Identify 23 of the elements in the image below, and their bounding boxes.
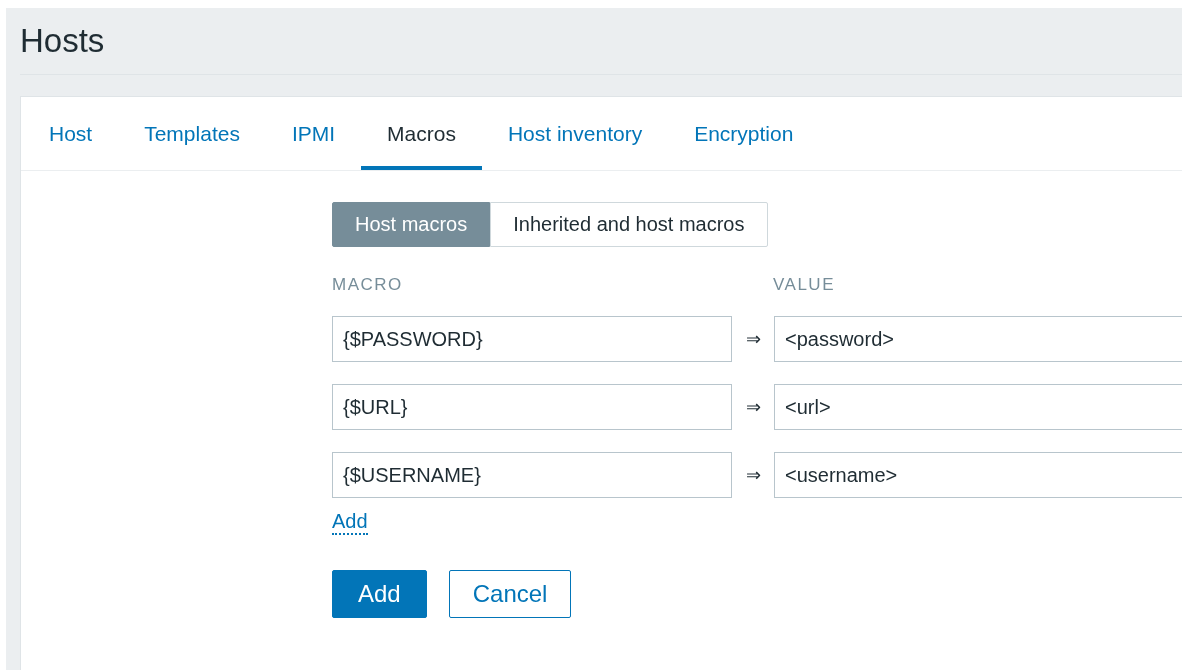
macro-field[interactable]: {$USERNAME}: [332, 452, 732, 498]
column-header: VALUE: [773, 275, 836, 296]
tab[interactable]: Host: [23, 97, 119, 170]
tab[interactable]: Templates: [118, 97, 266, 170]
macro-field[interactable]: {$PASSWORD}: [332, 316, 732, 362]
arrow-sign: ⇒: [744, 464, 762, 486]
tab[interactable]: Host inventory: [481, 97, 669, 170]
cancel-button[interactable]: Cancel: [448, 570, 572, 618]
tab[interactable]: IPMI: [265, 97, 362, 170]
value-field[interactable]: <password>: [774, 316, 1182, 362]
value-field[interactable]: <url>: [774, 384, 1182, 430]
tab[interactable]: Macros: [361, 97, 482, 170]
arrow-sign: ⇒: [744, 396, 762, 418]
page-title: Hosts: [20, 21, 106, 61]
add-button[interactable]: Add: [332, 570, 427, 618]
column-header: MACRO: [332, 275, 404, 296]
add-link[interactable]: Add: [332, 510, 368, 535]
value-field[interactable]: <username>: [774, 452, 1182, 498]
segment-button[interactable]: Host macros: [332, 202, 491, 247]
macro-field[interactable]: {$URL}: [332, 384, 732, 430]
tab[interactable]: Encryption: [668, 97, 820, 170]
segment-button[interactable]: Inherited and host macros: [490, 202, 768, 247]
arrow-sign: ⇒: [744, 328, 762, 350]
